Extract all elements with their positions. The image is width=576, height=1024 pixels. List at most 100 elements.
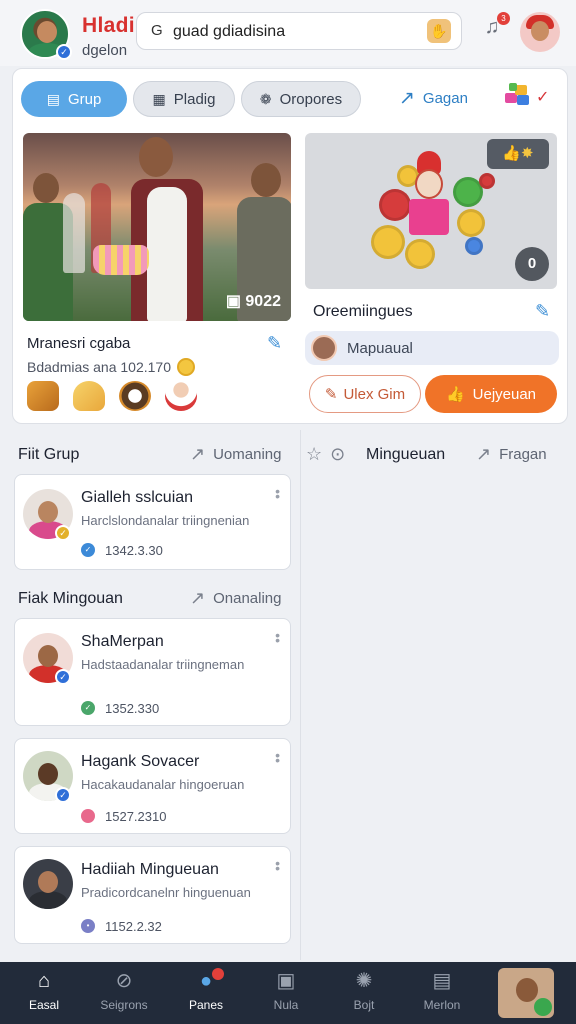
section-title-right: Mingueuan	[366, 446, 446, 463]
nav-item-bojt[interactable]: ✺ Bojt	[332, 968, 396, 1012]
character-emoji-icon[interactable]	[165, 381, 197, 411]
nav-label: Seigrons	[100, 998, 148, 1012]
like-sparkle-icon[interactable]: 👍✸	[487, 139, 549, 169]
card-value: 1352.330	[105, 701, 160, 716]
more-options-icon[interactable]: • •	[275, 856, 280, 875]
card-name: Hadiiah Mingueuan	[81, 861, 219, 878]
section-title-left1: Fiit Grup	[18, 446, 80, 463]
card-name: ShaMerpan	[81, 633, 164, 650]
cake-image	[93, 245, 149, 275]
photo-score-value: 9022	[245, 293, 281, 310]
card-value: 1527.2310	[105, 809, 167, 824]
share-icon: ↗	[190, 588, 206, 608]
status-icon: ✓	[81, 701, 95, 715]
post-meta-text: Bdadmias ana 102.170	[27, 359, 171, 375]
bottom-navigation: ⌂ Easal ⊘ Seigrons ● Panes ▣ Nula ✺ Bojt…	[0, 962, 576, 1024]
calendar-icon: ▦	[152, 90, 166, 107]
status-icon	[81, 809, 95, 823]
section-link-left1[interactable]: ↗ Uomaning	[190, 444, 281, 465]
card-value: 1152.2.32	[105, 919, 162, 934]
list-card[interactable]: ✓ ShaMerpan Hadstaadanalar triingneman ✓…	[14, 618, 291, 726]
card-avatar	[23, 859, 73, 909]
nav-item-seigrons[interactable]: ⊘ Seigrons	[92, 968, 156, 1012]
primary-action-label: Uejyeuan	[472, 385, 537, 403]
section-link-right-label: Fragan	[499, 446, 547, 463]
bell-emoji-icon[interactable]	[73, 381, 105, 411]
edit-post-icon[interactable]: ✎	[267, 333, 282, 354]
nav-item-panes[interactable]: ● Panes	[174, 968, 238, 1012]
share-icon: ↗	[190, 444, 206, 464]
star-icon[interactable]: ☆	[306, 444, 322, 465]
app-subtitle: dgelon	[82, 42, 128, 59]
reaction-row	[27, 381, 197, 411]
post-title: Mranesri cgaba	[27, 335, 131, 352]
tab-gagan[interactable]: ↗ Gagan	[399, 87, 468, 110]
verified-badge-icon: ✓	[55, 525, 71, 541]
gift-recipient-field[interactable]: Mapuaual	[305, 331, 559, 365]
burger-emoji-icon[interactable]	[27, 381, 59, 411]
section-link-left2[interactable]: ↗ Onanaling	[190, 588, 281, 609]
column-divider	[300, 430, 301, 960]
list-card[interactable]: ✓ Hagank Sovacer Hacakaudanalar hingoeru…	[14, 738, 291, 834]
status-icon: •	[81, 919, 95, 933]
nav-item-easal[interactable]: ⌂ Easal	[12, 968, 76, 1012]
post-meta: Bdadmias ana 102.170	[27, 358, 195, 376]
tab-grup-label: Grup	[67, 90, 102, 108]
nav-item-nula[interactable]: ▣ Nula	[254, 968, 318, 1012]
edit-gift-icon[interactable]: ✎	[535, 301, 550, 322]
list-card[interactable]: ✓ Gialleh sslcuian Harclslondanalar trii…	[14, 474, 291, 570]
gift-title: Oreemiingues	[313, 303, 413, 320]
monkey-emoji-icon[interactable]	[119, 381, 151, 411]
list-card[interactable]: Hadiiah Mingueuan Pradicordcanelnr hingu…	[14, 846, 291, 944]
hand-emoji-icon[interactable]: ✋	[427, 19, 451, 43]
notification-dot	[212, 968, 224, 980]
nav-label: Merlon	[423, 998, 461, 1012]
more-options-icon[interactable]: • •	[275, 628, 280, 647]
nav-label: Nula	[273, 998, 299, 1012]
pencil-icon: ✎	[324, 386, 338, 403]
share-icon: ↗	[476, 444, 492, 464]
gift-count: 0	[515, 247, 549, 281]
nav-item-merlon[interactable]: ▤ Merlon	[410, 968, 474, 1012]
nav-label: Easal	[28, 998, 60, 1012]
card-name: Gialleh sslcuian	[81, 489, 194, 506]
secondary-action-button[interactable]: ✎ Ulex Gim	[309, 375, 421, 413]
online-badge-icon	[534, 998, 552, 1016]
card-description: Hacakaudanalar hingoeruan	[81, 777, 245, 792]
app-title: Hladi	[82, 14, 135, 37]
recipient-value: Mapuaual	[347, 340, 413, 357]
secondary-action-label: Ulex Gim	[343, 385, 406, 403]
notification-badge: 3	[497, 12, 510, 25]
tab-oropores[interactable]: ❁ Oropores	[241, 81, 361, 117]
nav-profile-avatar[interactable]	[498, 968, 554, 1018]
section-link-right[interactable]: ↗ Fragan	[476, 444, 547, 465]
notification-button[interactable]: ♫ 3	[478, 12, 510, 46]
tab-pladig-label: Pladig	[173, 90, 216, 108]
verified-badge-icon: ✓	[56, 44, 72, 60]
card-value: 1342.3.30	[105, 543, 163, 558]
recipient-avatar	[311, 335, 337, 361]
search-icon: ⊘	[115, 970, 133, 992]
tab-grup[interactable]: ▤ Grup	[21, 81, 127, 117]
home-icon: ⌂	[37, 970, 51, 992]
blocks-icon[interactable]	[503, 81, 531, 109]
user-avatar-top[interactable]	[520, 12, 560, 52]
check-icon: ✓	[536, 89, 550, 106]
card-description: Harclslondanalar triingnenian	[81, 513, 250, 528]
rating-icons: ☆ ⊙	[306, 444, 345, 465]
tab-pladig[interactable]: ▦ Pladig	[133, 81, 235, 117]
search-input[interactable]: G guad gdiadisina ✋	[136, 12, 462, 50]
people-icon: ❁	[259, 90, 272, 107]
more-options-icon[interactable]: • •	[275, 484, 280, 503]
primary-action-button[interactable]: 👍 Uejyeuan	[425, 375, 557, 413]
clock-icon[interactable]: ⊙	[330, 444, 345, 465]
verified-badge-icon: ✓	[55, 669, 71, 685]
search-value: guad gdiadisina	[173, 23, 286, 40]
gift-image[interactable]: 👍✸ 0	[305, 133, 557, 289]
more-options-icon[interactable]: • •	[275, 748, 280, 767]
document-icon: ▤	[432, 970, 452, 992]
event-photo[interactable]: ▣ 9022	[23, 133, 291, 321]
section-title-left2: Fiak Mingouan	[18, 590, 123, 607]
card-description: Hadstaadanalar triingneman	[81, 657, 245, 672]
status-icon: ✓	[81, 543, 95, 557]
